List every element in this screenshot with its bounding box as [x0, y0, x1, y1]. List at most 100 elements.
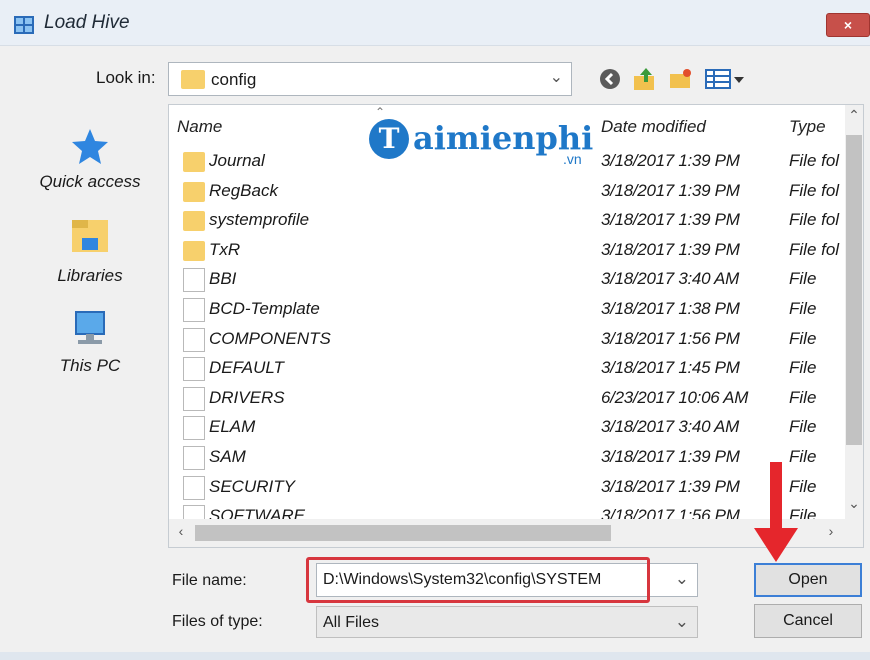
file-name: BCD-Template	[209, 299, 320, 318]
file-name: ELAM	[209, 417, 256, 437]
file-row[interactable]: DEFAULT 3/18/2017 1:45 PM File	[169, 354, 845, 383]
file-row[interactable]: BBI 3/18/2017 3:40 AM File	[169, 265, 845, 294]
file-row[interactable]: BCD-Template 3/18/2017 1:38 PM File	[169, 295, 845, 324]
folder-icon	[183, 181, 205, 202]
file-type: File	[789, 299, 817, 318]
column-header-date[interactable]: Date modified	[601, 117, 706, 137]
computer-icon	[75, 311, 105, 344]
file-type: File	[789, 328, 817, 348]
file-name: systemprofile	[209, 210, 310, 230]
star-icon	[72, 129, 108, 164]
folder-icon	[183, 152, 205, 172]
file-icon	[183, 357, 205, 382]
date-modified: 3/18/2017 1:39 PM	[601, 476, 740, 496]
place-label: This PC	[59, 356, 121, 375]
folder-row[interactable]: systemprofile 3/18/2017 1:39 PM File fol	[169, 206, 845, 235]
vertical-scrollbar[interactable]: ⌃ ⌄	[845, 105, 863, 519]
scroll-thumb[interactable]	[846, 135, 862, 445]
file-name-label: File name:	[172, 572, 247, 589]
file-row[interactable]: SECURITY 3/18/2017 1:39 PM File	[169, 473, 845, 502]
scroll-right-icon[interactable]: ›	[821, 523, 841, 543]
files-of-type-dropdown[interactable]: All Files ⌄	[316, 606, 698, 638]
title-bar: Load Hive ×	[0, 0, 870, 46]
files-of-type-label: Files of type:	[172, 613, 263, 630]
file-name: SAM	[209, 447, 246, 466]
file-type: File	[789, 358, 817, 378]
cancel-button[interactable]: Cancel	[754, 604, 862, 638]
close-button[interactable]: ×	[826, 13, 870, 37]
date-modified: 3/18/2017 1:39 PM	[601, 151, 740, 170]
file-type: File fol	[789, 239, 840, 259]
date-modified: 3/18/2017 3:40 AM	[601, 269, 739, 289]
date-modified: 3/18/2017 1:39 PM	[601, 180, 740, 200]
file-icon	[183, 327, 205, 352]
folder-row[interactable]: RegBack 3/18/2017 1:39 PM File fol	[169, 177, 845, 206]
look-in-label: Look in:	[96, 68, 156, 87]
chevron-down-icon: ⌄	[674, 612, 689, 631]
date-modified: 3/18/2017 1:38 PM	[601, 299, 740, 318]
file-type: File fol	[789, 180, 840, 200]
file-name: RegBack	[209, 180, 278, 200]
window-bottom-border	[0, 652, 870, 660]
look-in-value: config	[211, 70, 257, 89]
file-type: File	[789, 387, 817, 407]
window-title: Load Hive	[44, 12, 130, 33]
look-in-dropdown[interactable]: config ⌄	[168, 62, 572, 96]
file-type: File	[789, 417, 817, 437]
file-row[interactable]: DRIVERS 6/23/2017 10:06 AM File	[169, 384, 845, 413]
file-name: Journal	[209, 151, 265, 170]
file-icon	[183, 416, 205, 441]
places-bar: Quick access Libraries This PC	[20, 116, 160, 546]
file-name: DEFAULT	[209, 358, 284, 378]
date-modified: 6/23/2017 10:06 AM	[601, 387, 749, 407]
place-label: Libraries	[57, 266, 123, 285]
date-modified: 3/18/2017 1:39 PM	[601, 210, 740, 230]
scroll-left-icon[interactable]: ‹	[171, 523, 191, 543]
file-type: File fol	[789, 151, 840, 170]
chevron-down-icon[interactable]: ⌄	[675, 569, 689, 589]
file-name: SECURITY	[209, 476, 295, 496]
scroll-down-icon[interactable]: ⌄	[845, 495, 863, 517]
folder-row[interactable]: TxR 3/18/2017 1:39 PM File fol	[169, 236, 845, 265]
file-name: TxR	[209, 239, 241, 259]
libraries-icon	[72, 220, 108, 252]
folder-icon	[181, 70, 205, 89]
column-header-type[interactable]: Type	[789, 117, 826, 137]
place-quick-access[interactable]: Quick access	[20, 126, 160, 192]
file-icon	[183, 298, 205, 322]
file-row[interactable]: SAM 3/18/2017 1:39 PM File	[169, 443, 845, 472]
open-button[interactable]: Open	[754, 563, 862, 597]
highlight-box	[306, 557, 650, 603]
file-row[interactable]: COMPONENTS 3/18/2017 1:56 PM File	[169, 325, 845, 354]
folder-row[interactable]: Journal 3/18/2017 1:39 PM File fol	[169, 147, 845, 176]
back-icon[interactable]	[598, 66, 622, 92]
file-icon	[183, 446, 205, 470]
date-modified: 3/18/2017 1:56 PM	[601, 328, 740, 348]
file-icon	[183, 475, 205, 500]
up-folder-icon[interactable]	[632, 66, 658, 92]
folder-icon	[183, 240, 205, 261]
date-modified: 3/18/2017 1:39 PM	[601, 239, 740, 259]
file-name: DRIVERS	[209, 387, 285, 407]
chevron-down-icon: ⌄	[549, 69, 563, 86]
red-arrow-annotation	[754, 462, 798, 562]
file-icon	[183, 268, 205, 293]
file-name: BBI	[209, 269, 237, 289]
file-name: COMPONENTS	[209, 328, 331, 348]
view-menu-icon[interactable]	[704, 66, 746, 92]
date-modified: 3/18/2017 1:39 PM	[601, 447, 740, 466]
scroll-up-icon[interactable]: ⌃	[845, 107, 863, 129]
files-of-type-value: All Files	[323, 614, 380, 631]
file-icon	[183, 386, 205, 411]
place-this-pc[interactable]: This PC	[20, 306, 160, 376]
file-type: File	[789, 269, 817, 289]
column-header-name[interactable]: Name	[177, 117, 222, 137]
new-folder-icon[interactable]	[668, 66, 694, 92]
file-row[interactable]: ELAM 3/18/2017 3:40 AM File	[169, 413, 845, 442]
scroll-thumb[interactable]	[195, 525, 611, 541]
date-modified: 3/18/2017 3:40 AM	[601, 417, 739, 437]
file-type: File fol	[789, 210, 840, 230]
place-libraries[interactable]: Libraries	[20, 216, 160, 286]
date-modified: 3/18/2017 1:45 PM	[601, 358, 740, 378]
registry-icon	[14, 16, 34, 34]
